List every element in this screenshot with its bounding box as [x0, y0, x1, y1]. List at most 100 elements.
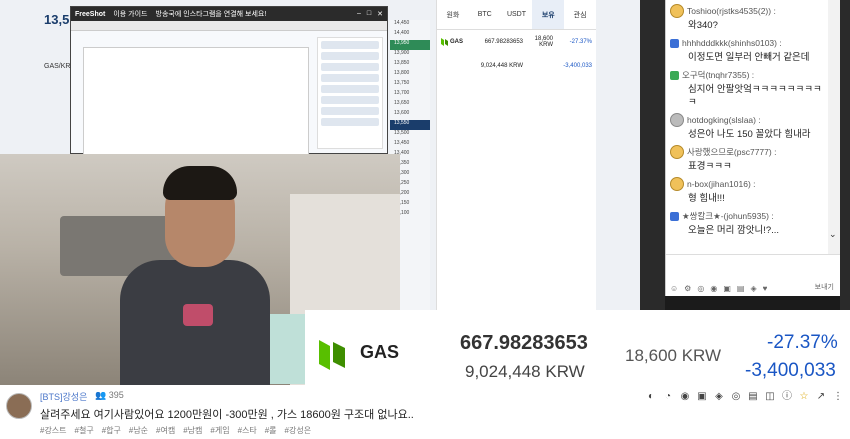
orderbook-price: 13,500 [394, 130, 410, 136]
orderbook-price: 13,650 [394, 100, 410, 106]
broadcast-toolbar: ◐ ◔ ◉ ▣ ◈ ◎ ▤ ◫ ⓘ ☆ ↗ ⋮ [645, 391, 844, 403]
orderbook-price: 13,700 [394, 90, 410, 96]
channel-name[interactable]: [BTS]강성은 [40, 390, 87, 403]
avatar [670, 4, 684, 18]
vod-icon[interactable]: ▣ [696, 391, 708, 403]
info-icon[interactable]: ⓘ [781, 391, 793, 403]
freeshot-menu-guide[interactable]: 이용 가이드 [113, 9, 147, 19]
chat-icon[interactable]: ◔ [662, 391, 674, 403]
ticker-coin: GAS [360, 342, 400, 362]
tag-list: #강스트 #철구 #합구 #남순 #여캠 #남캠 #게임 #스타 #롤 #강성은 [40, 425, 311, 436]
more-icon[interactable]: ◈ [750, 284, 756, 293]
chat-text: 오늘은 머리 깜앗니!?... [688, 225, 780, 236]
fan-badge-icon [670, 211, 679, 221]
chevron-down-icon[interactable]: ⌄ [829, 229, 837, 240]
tag[interactable]: #스타 [238, 425, 257, 436]
close-icon[interactable]: ✕ [377, 10, 383, 18]
coupon-icon[interactable]: ◎ [730, 391, 742, 403]
chat-message: n-box(jihan1016) : 형 힘내!!! [670, 176, 824, 205]
maximize-icon[interactable]: □ [367, 10, 371, 18]
holding-amount: 667.98283653 [484, 39, 523, 45]
orderbook-price: 14,400 [394, 30, 410, 36]
list-item [321, 52, 379, 60]
minimize-icon[interactable]: – [357, 10, 361, 18]
gift-icon[interactable]: ▤ [737, 284, 745, 293]
chat-message: hhhhdddkkk(shinhs0103) : 이정도면 일부러 안빼거 같은… [670, 35, 824, 64]
freeshot-window: FreeShot 이용 가이드 방송국에 인스타그램을 연결해 보세요! – □… [70, 6, 388, 157]
tab-favorites[interactable]: 관심 [564, 0, 596, 29]
emoji-icon[interactable]: ☺ [670, 284, 678, 293]
avatar[interactable] [6, 393, 32, 419]
chat-user[interactable]: n-box(jihan1016) : [687, 179, 756, 189]
send-button[interactable]: 보내기 [815, 282, 834, 292]
balloon-icon[interactable]: ◉ [710, 284, 717, 293]
chat-message: ★쌍칼크★-(johun5935) : 오늘은 머리 깜앗니!?... [670, 208, 824, 237]
chat-input[interactable]: ☺ ⚙ ◎ ◉ ▣ ▤ ◈ ♥ 보내기 [666, 254, 840, 296]
tab-btc[interactable]: BTC [469, 0, 501, 29]
calendar-icon[interactable]: ▤ [747, 391, 759, 403]
freeshot-menu-instagram[interactable]: 방송국에 인스타그램을 연결해 보세요! [156, 9, 267, 19]
orderbook-price: 13,800 [394, 70, 410, 76]
item-icon[interactable]: ▣ [723, 284, 731, 293]
tab-krw[interactable]: 원화 [437, 0, 469, 29]
quality-icon[interactable]: ◐ [645, 391, 657, 403]
monitor-stat: 13,5 [44, 12, 70, 27]
chat-messages[interactable]: Toshioo(rjstks4535(2)) : 와340? hhhhdddkk… [666, 0, 828, 254]
orderbook-price: 13,850 [394, 60, 410, 66]
avatar [670, 177, 684, 191]
tag[interactable]: #철구 [75, 425, 94, 436]
tab-holdings[interactable]: 보유 [532, 0, 565, 29]
holding-row[interactable]: GAS 667.98283653 18,600 KRW -27.37% [437, 30, 596, 54]
orderbook-price: 13,950 [390, 40, 430, 50]
ticker-krw-value: 9,024,448 KRW [465, 362, 585, 381]
chat-user[interactable]: 오구덕(tnqhr7355) : [682, 69, 754, 81]
exchange-panel: 원화 BTC USDT 보유 관심 GAS 667.98283653 18,60… [436, 0, 596, 310]
gift-icon[interactable]: ◫ [764, 391, 776, 403]
chat-text: 표경ㅋㅋㅋ [688, 161, 732, 172]
exchange-tabs: 원화 BTC USDT 보유 관심 [437, 0, 596, 30]
window-controls: – □ ✕ [357, 10, 383, 18]
tab-usdt[interactable]: USDT [501, 0, 533, 29]
chat-user[interactable]: hotdogking(slslaa) : [687, 115, 761, 125]
chat-text: 이정도면 일부러 안빼거 같은데 [688, 52, 810, 63]
tag[interactable]: #강스트 [40, 425, 67, 436]
list-item [321, 118, 379, 126]
chat-user[interactable]: hhhhdddkkk(shinhs0103) : [682, 38, 782, 48]
orderbook-price: 13,450 [394, 140, 410, 146]
heart-icon[interactable]: ♥ [763, 284, 768, 293]
broadcast-title: 살려주세요 여기사람있어요 1200만원이 -300만원 , 가스 18600원… [40, 409, 414, 421]
tag[interactable]: #여캠 [156, 425, 175, 436]
gas-ticker: GAS 667.98283653 9,024,448 KRW 18,600 KR… [305, 310, 850, 385]
freeshot-logo: FreeShot [75, 10, 106, 18]
settings-icon[interactable]: ⚙ [684, 284, 691, 293]
chat-text: 심지어 안팔앗엌ㅋㅋㅋㅋㅋㅋㅋㅋㅋ [688, 84, 822, 108]
tag[interactable]: #강성은 [285, 425, 312, 436]
orderbook-price: 13,750 [394, 80, 410, 86]
star-icon[interactable]: ☆ [798, 391, 810, 403]
chat-scrollbar[interactable]: ⌄ [828, 0, 840, 254]
more-icon[interactable]: ⋮ [832, 391, 844, 403]
stream-view: 13,5 GAS/KRW FreeShot 이용 가이드 방송국에 인스타그램을… [0, 0, 850, 385]
share-icon[interactable]: ↗ [815, 391, 827, 403]
tag[interactable]: #게임 [210, 425, 229, 436]
subscribe-icon[interactable]: ◉ [679, 391, 691, 403]
nested-screen [83, 47, 309, 157]
chat-user[interactable]: Toshioo(rjstks4535(2)) : [687, 6, 776, 16]
sticker-icon[interactable]: ◎ [697, 284, 704, 293]
fan-badge-icon [670, 38, 679, 48]
tag[interactable]: #남캠 [183, 425, 202, 436]
orderbook-price: 14,450 [394, 20, 410, 26]
cam-shirt-print [183, 304, 213, 326]
cam-person-hair [163, 166, 237, 200]
list-item [321, 96, 379, 104]
chat-user[interactable]: 사랑했으므로(psc7777) : [687, 146, 776, 158]
tag[interactable]: #남순 [129, 425, 148, 436]
chat-user[interactable]: ★쌍칼크★-(johun5935) : [682, 210, 774, 222]
tag[interactable]: #합구 [102, 425, 121, 436]
holding-krw: 18,600 KRW [534, 36, 553, 48]
tag[interactable]: #롤 [265, 425, 277, 436]
chat-toolbar: ☺ ⚙ ◎ ◉ ▣ ▤ ◈ ♥ [670, 284, 767, 293]
freeshot-body: afreeca [71, 31, 387, 157]
balloon-icon[interactable]: ◈ [713, 391, 725, 403]
ticker-diff: -3,400,033 [745, 360, 836, 381]
